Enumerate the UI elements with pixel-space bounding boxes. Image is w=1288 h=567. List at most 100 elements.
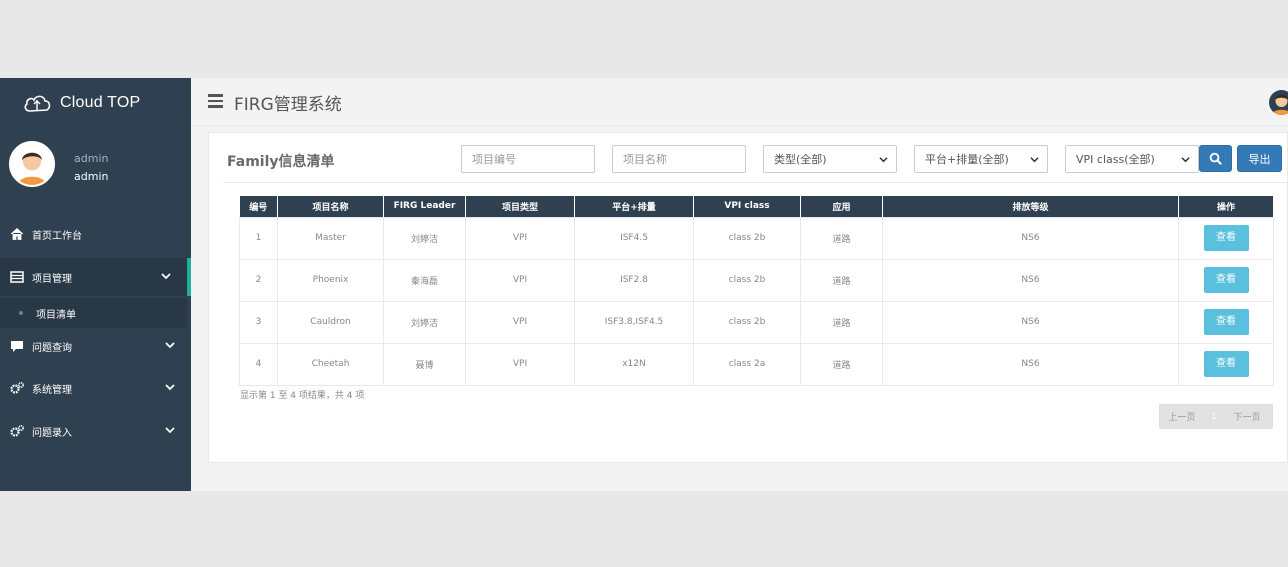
- divider: [223, 182, 1288, 183]
- search-icon: [1209, 152, 1222, 165]
- chevron-down-icon: [879, 157, 888, 163]
- cell-name: Phoenix: [277, 258, 384, 302]
- sidebar-item-home[interactable]: 首页工作台: [0, 215, 191, 253]
- cell-type: VPI: [465, 342, 575, 386]
- pagination: 上一页 1 下一页: [1159, 404, 1273, 429]
- column-header[interactable]: 排放等级: [882, 196, 1179, 217]
- column-header[interactable]: FIRG Leader: [383, 196, 466, 217]
- prev-page-button[interactable]: 上一页: [1160, 410, 1204, 423]
- cell-vpi: class 2a: [693, 342, 801, 386]
- type-select[interactable]: 类型(全部): [763, 145, 897, 173]
- cell-no: 2: [239, 258, 278, 302]
- cell-type: VPI: [465, 258, 575, 302]
- gears-icon: [10, 381, 24, 395]
- cell-app: 道路: [800, 300, 883, 344]
- vpi-class-select-value: VPI class(全部): [1076, 153, 1155, 166]
- sidebar: Cloud TOP admin admin 首页工作台 项目管理 项目清单 问题…: [0, 78, 191, 491]
- menu-toggle-icon[interactable]: [208, 94, 223, 108]
- view-button[interactable]: 查看: [1203, 309, 1249, 335]
- view-button[interactable]: 查看: [1203, 351, 1249, 377]
- app-window: Cloud TOP admin admin 首页工作台 项目管理 项目清单 问题…: [0, 78, 1288, 491]
- cell-action: 查看: [1178, 300, 1274, 344]
- table-row: 2 Phoenix 秦海磊 VPI ISF2.8 class 2b 道路 NS6…: [239, 258, 1274, 302]
- top-bar: FIRG管理系统: [191, 78, 1288, 126]
- brand[interactable]: Cloud TOP: [22, 92, 140, 114]
- home-icon: [10, 227, 24, 241]
- chevron-down-icon: [1030, 157, 1039, 163]
- cell-leader: 秦海磊: [383, 258, 466, 302]
- cell-leader: 刘婷洁: [383, 216, 466, 260]
- cell-vpi: class 2b: [693, 300, 801, 344]
- cell-action: 查看: [1178, 258, 1274, 302]
- cell-type: VPI: [465, 300, 575, 344]
- cell-emission: NS6: [882, 342, 1179, 386]
- column-header[interactable]: 平台+排量: [574, 196, 694, 217]
- view-button[interactable]: 查看: [1203, 225, 1249, 251]
- cell-platform: ISF2.8: [574, 258, 694, 302]
- current-page[interactable]: 1: [1204, 412, 1224, 422]
- family-table: 编号 项目名称 FIRG Leader 项目类型 平台+排量 VPI class…: [239, 196, 1274, 386]
- user-name[interactable]: admin: [74, 170, 108, 183]
- chevron-down-icon: [165, 342, 175, 349]
- sidebar-subitem-project-list[interactable]: 项目清单: [0, 298, 187, 328]
- sidebar-item-system-management[interactable]: 系统管理: [0, 369, 191, 407]
- cloud-logo-icon: [24, 95, 51, 112]
- cell-no: 4: [239, 342, 278, 386]
- platform-select[interactable]: 平台+排量(全部): [914, 145, 1048, 173]
- family-list-panel: Family信息清单 类型(全部) 平台+排量(全部) VPI class(全部…: [208, 132, 1288, 463]
- chevron-down-icon: [161, 273, 171, 280]
- top-avatar[interactable]: [1269, 90, 1288, 115]
- sidebar-item-label: 首页工作台: [32, 230, 82, 242]
- avatar[interactable]: [9, 141, 55, 187]
- sidebar-item-issue-query[interactable]: 问题查询: [0, 327, 191, 365]
- user-role: admin: [74, 152, 109, 165]
- cell-platform: ISF4.5: [574, 216, 694, 260]
- sidebar-item-issue-entry[interactable]: 问题录入: [0, 412, 191, 450]
- cell-name: Master: [277, 216, 384, 260]
- sidebar-item-label: 问题查询: [32, 342, 72, 354]
- cell-emission: NS6: [882, 258, 1179, 302]
- search-button[interactable]: [1199, 145, 1232, 172]
- cell-no: 3: [239, 300, 278, 344]
- export-button[interactable]: 导出: [1237, 145, 1282, 172]
- vpi-class-select[interactable]: VPI class(全部): [1065, 145, 1199, 173]
- cell-leader: 聂博: [383, 342, 466, 386]
- cell-type: VPI: [465, 216, 575, 260]
- cell-vpi: class 2b: [693, 258, 801, 302]
- type-select-value: 类型(全部): [774, 153, 827, 166]
- next-page-button[interactable]: 下一页: [1224, 410, 1270, 423]
- table-row: 1 Master 刘婷洁 VPI ISF4.5 class 2b 道路 NS6 …: [239, 216, 1274, 260]
- chevron-down-icon: [165, 427, 175, 434]
- cell-name: Cheetah: [277, 342, 384, 386]
- project-no-input[interactable]: [461, 145, 595, 173]
- column-header[interactable]: 项目名称: [277, 196, 384, 217]
- column-header[interactable]: 项目类型: [465, 196, 575, 217]
- view-button[interactable]: 查看: [1203, 267, 1249, 293]
- list-icon: [10, 270, 24, 284]
- column-header[interactable]: 编号: [239, 196, 278, 217]
- chevron-down-icon: [165, 384, 175, 391]
- cell-app: 道路: [800, 258, 883, 302]
- cell-action: 查看: [1178, 342, 1274, 386]
- dot-icon: [19, 311, 23, 315]
- project-name-input[interactable]: [612, 145, 746, 173]
- column-header[interactable]: VPI class: [693, 196, 801, 217]
- cell-app: 道路: [800, 342, 883, 386]
- comment-icon: [10, 339, 24, 353]
- table-row: 4 Cheetah 聂博 VPI x12N class 2a 道路 NS6 查看: [239, 342, 1274, 386]
- cell-platform: x12N: [574, 342, 694, 386]
- cell-name: Cauldron: [277, 300, 384, 344]
- sidebar-item-label: 项目清单: [36, 309, 76, 321]
- cell-vpi: class 2b: [693, 216, 801, 260]
- cell-emission: NS6: [882, 300, 1179, 344]
- table-row: 3 Cauldron 刘婷洁 VPI ISF3.8,ISF4.5 class 2…: [239, 300, 1274, 344]
- table-header-row: 编号 项目名称 FIRG Leader 项目类型 平台+排量 VPI class…: [239, 196, 1274, 217]
- cell-action: 查看: [1178, 216, 1274, 260]
- cell-no: 1: [239, 216, 278, 260]
- cell-leader: 刘婷洁: [383, 300, 466, 344]
- platform-select-value: 平台+排量(全部): [925, 153, 1009, 166]
- cell-emission: NS6: [882, 216, 1179, 260]
- column-header[interactable]: 应用: [800, 196, 883, 217]
- sidebar-item-project-management[interactable]: 项目管理: [0, 258, 191, 296]
- sidebar-item-label: 问题录入: [32, 427, 72, 439]
